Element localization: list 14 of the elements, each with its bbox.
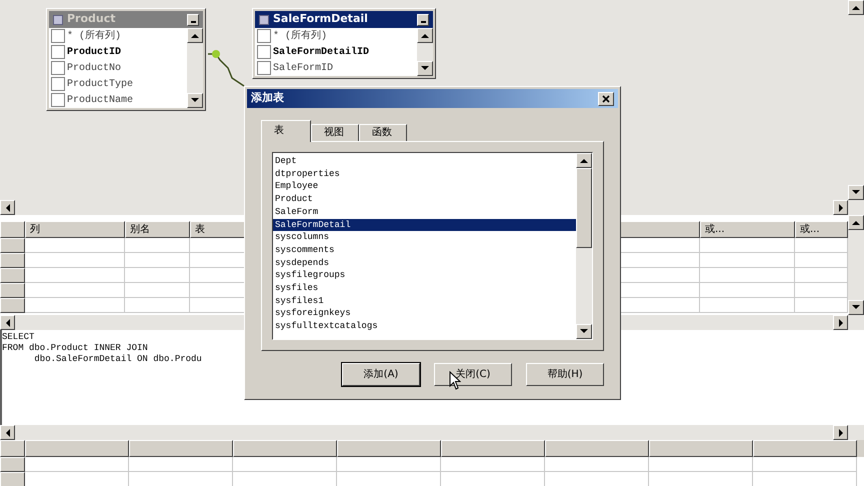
table-title: Product xyxy=(67,11,117,28)
table-title: SaleFormDetail xyxy=(273,11,369,28)
sql-text-line: dbo.SaleFormDetail ON dbo.Produ xyxy=(33,354,202,365)
column-name: SaleFormID xyxy=(273,62,334,76)
column-name: SaleFormDetailID xyxy=(273,46,370,60)
sql-text-line: FROM dbo.Product INNER JOIN xyxy=(2,343,148,354)
column-name: * (所有列) xyxy=(67,28,122,44)
sql-text-line: SELECT xyxy=(2,332,34,343)
dialog-title: 添加表 xyxy=(251,90,285,106)
column-name: * (所有列) xyxy=(273,28,328,44)
column-name: ProductID xyxy=(67,46,122,60)
column-name: ProductName xyxy=(67,94,134,108)
column-name: ProductNo xyxy=(67,62,122,76)
column-name: ProductType xyxy=(67,78,134,92)
